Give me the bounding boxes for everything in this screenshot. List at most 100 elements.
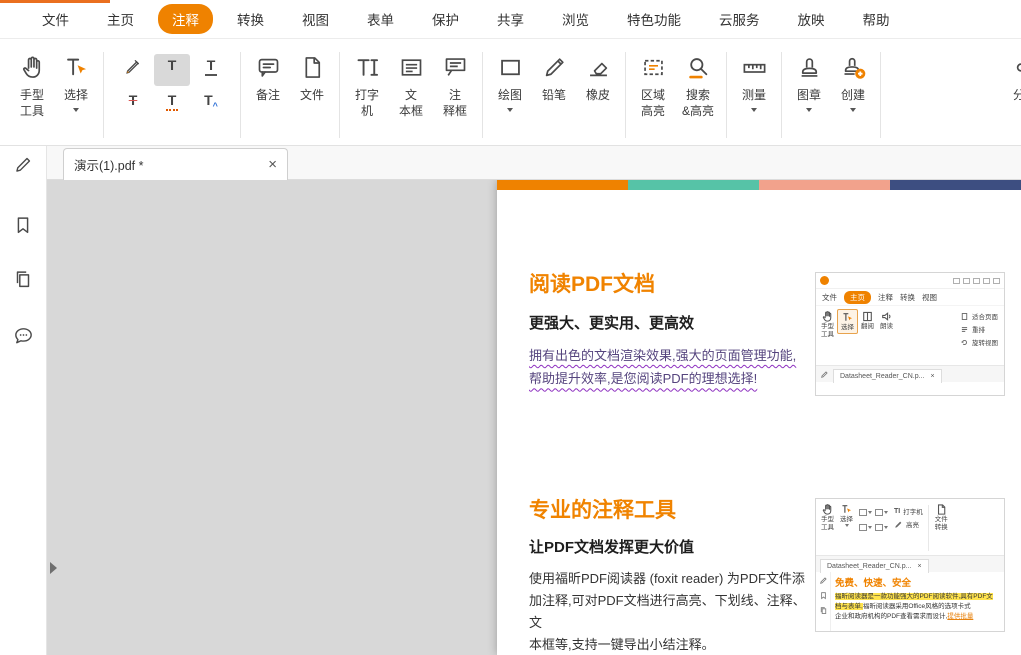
note-bubble-icon xyxy=(253,52,283,82)
measure-button[interactable]: 测量 xyxy=(732,52,776,112)
color-segment-orange xyxy=(497,180,628,190)
select-tool-label: 选择 xyxy=(64,88,88,104)
mini-chevron-icon xyxy=(845,524,849,527)
menu-cloud[interactable]: 云服务 xyxy=(705,4,774,34)
mini-menu-convert: 转换 xyxy=(900,292,915,303)
mini-tab-bar-2: Datasheet_Reader_CN.p... × xyxy=(816,555,1004,572)
highlight-tool[interactable] xyxy=(115,54,151,86)
left-sidebar xyxy=(0,146,47,655)
search-highlight-button[interactable]: 搜索 &高亮 xyxy=(675,52,721,119)
menu-features[interactable]: 特色功能 xyxy=(613,4,695,34)
eraser-button[interactable]: 橡皮 xyxy=(576,52,620,104)
mini-doc-tab: Datasheet_Reader_CN.p... × xyxy=(833,369,942,383)
foxit-reader-window: 文件 主页 注释 转换 视图 表单 保护 共享 浏览 特色功能 云服务 放映 帮… xyxy=(0,0,1021,655)
mini-menu-view: 视图 xyxy=(922,292,937,303)
share-tool-partial-button[interactable]: 分享 xyxy=(1002,52,1021,104)
chevron-down-icon xyxy=(751,108,757,112)
ribbon-separator xyxy=(625,52,626,138)
window-accent-strip xyxy=(0,0,110,3)
mini-pencil-icon xyxy=(819,576,828,585)
bookmark-icon xyxy=(12,214,34,236)
create-stamp-button[interactable]: 创建 xyxy=(831,52,875,112)
text-markup-group: T T T T T^ xyxy=(115,54,229,121)
document-tab[interactable]: 演示(1).pdf * × xyxy=(63,148,288,180)
foxit-logo-icon xyxy=(820,276,829,285)
note-button[interactable]: 备注 xyxy=(246,52,290,104)
callout-button[interactable]: 注 释框 xyxy=(433,52,477,119)
menu-help[interactable]: 帮助 xyxy=(849,4,904,34)
chevron-down-icon xyxy=(507,108,513,112)
quick-annotate-button[interactable] xyxy=(0,149,46,179)
mini-pages-icon xyxy=(819,606,828,615)
callout-icon xyxy=(440,52,470,82)
mini-highlight: 高亮 xyxy=(894,519,923,529)
pencil-icon xyxy=(539,52,569,82)
file-attachment-button[interactable]: 文件 xyxy=(290,52,334,104)
stamp-button[interactable]: 图章 xyxy=(787,52,831,112)
area-highlight-button[interactable]: 区域 高亮 xyxy=(631,52,675,119)
ribbon-separator xyxy=(339,52,340,138)
select-text-icon xyxy=(61,52,91,82)
color-segment-navy xyxy=(890,180,1021,190)
mini-hand-tool-2: 手型 工具 xyxy=(818,502,837,533)
section1-subtitle: 更强大、更实用、更高效 xyxy=(529,312,694,333)
ribbon-separator xyxy=(781,52,782,138)
drawing-button[interactable]: 绘图 xyxy=(488,52,532,112)
section2-subtitle: 让PDF文档发挥更大价值 xyxy=(529,536,694,557)
pencil-label: 铅笔 xyxy=(542,88,566,104)
embedded-screenshot-2: 手型 工具 选择 TI打字机 xyxy=(815,498,1005,632)
ribbon-separator xyxy=(240,52,241,138)
mini-rotate-view: 旋转视图 xyxy=(960,337,998,347)
typewriter-button[interactable]: 打字 机 xyxy=(345,52,389,119)
mini-doc-body: 免费、快速、安全 福昕阅读器是一款功能强大的PDF阅读软件,具有PDF文 档与表… xyxy=(816,572,1004,631)
insert-caret-tool[interactable]: T^ xyxy=(193,89,229,121)
comments-icon xyxy=(12,324,35,347)
mini-page-turn-tool: 翻阅 xyxy=(858,309,877,332)
share-label: 分享 xyxy=(1013,88,1021,104)
mini-select-tool-2: 选择 xyxy=(837,502,856,528)
select-tool-button[interactable]: 选择 xyxy=(54,52,98,112)
squiggly-underline-tool[interactable]: T xyxy=(154,89,190,121)
ruler-icon xyxy=(739,52,769,82)
hand-tool-button[interactable]: 手型 工具 xyxy=(10,52,54,119)
tab-close-button[interactable]: × xyxy=(268,157,277,172)
file-icon xyxy=(297,52,327,82)
mini-read-aloud-tool: 朗读 xyxy=(877,309,896,332)
underline-tool[interactable]: T xyxy=(193,54,229,86)
section2-body: 使用福昕PDF阅读器 (foxit reader) 为PDF文件添 加注释,可对… xyxy=(529,568,814,655)
ribbon-separator xyxy=(103,52,104,138)
section1-title: 阅读PDF文档 xyxy=(529,268,655,298)
search-highlight-label: 搜索 &高亮 xyxy=(682,88,714,119)
textbox-button[interactable]: 文 本框 xyxy=(389,52,433,119)
menu-file[interactable]: 文件 xyxy=(28,4,83,34)
mini-reflow: 重排 xyxy=(960,324,998,334)
text-highlight-tool[interactable]: T xyxy=(154,54,190,86)
menu-present[interactable]: 放映 xyxy=(784,4,839,34)
mini-slogan: 免费、快速、安全 xyxy=(835,575,1000,589)
mini-titlebar xyxy=(816,273,1004,289)
comments-panel-button[interactable] xyxy=(0,320,46,350)
pages-panel-button[interactable] xyxy=(0,264,46,294)
mini-window-icons xyxy=(953,278,1000,284)
menu-comment-active[interactable]: 注释 xyxy=(158,4,213,34)
mini-pencil-icon xyxy=(820,370,829,379)
menu-browse[interactable]: 浏览 xyxy=(548,4,603,34)
panel-expand-handle[interactable] xyxy=(50,562,57,574)
menu-home[interactable]: 主页 xyxy=(93,4,148,34)
menu-form[interactable]: 表单 xyxy=(353,4,408,34)
page-color-bar xyxy=(497,180,1021,190)
chevron-down-icon xyxy=(850,108,856,112)
ribbon-toolbar: 手型 工具 选择 T T T T T^ 备注 xyxy=(0,40,1021,146)
menu-share[interactable]: 共享 xyxy=(483,4,538,34)
menu-view[interactable]: 视图 xyxy=(288,4,343,34)
eraser-icon xyxy=(583,52,613,82)
textbox-icon xyxy=(396,52,426,82)
mini-hand-tool: 手型 工具 xyxy=(818,309,837,340)
menu-convert[interactable]: 转换 xyxy=(223,4,278,34)
bookmarks-panel-button[interactable] xyxy=(0,210,46,240)
menu-protect[interactable]: 保护 xyxy=(418,4,473,34)
strikethrough-tool[interactable]: T xyxy=(115,89,151,121)
pencil-button[interactable]: 铅笔 xyxy=(532,52,576,104)
color-segment-teal xyxy=(628,180,759,190)
document-canvas: 阅读PDF文档 更强大、更实用、更高效 拥有出色的文档渲染效果,强大的页面管理功… xyxy=(47,180,1021,655)
